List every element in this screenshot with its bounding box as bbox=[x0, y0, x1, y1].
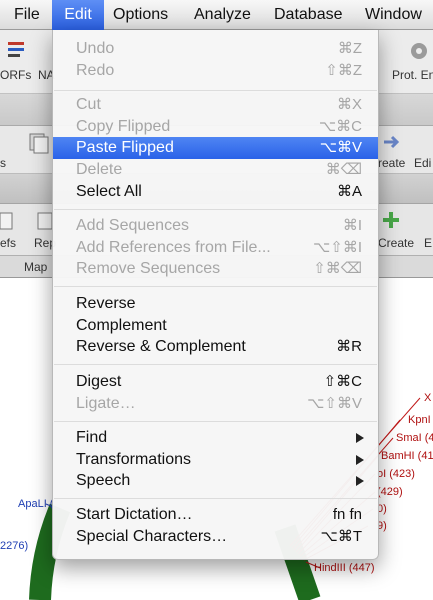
menu-item-complement[interactable]: Complement bbox=[53, 315, 378, 337]
enzyme-label[interactable]: SmaI (4 bbox=[396, 432, 433, 444]
tab-map[interactable]: Map bbox=[24, 260, 47, 274]
plus-icon[interactable] bbox=[381, 210, 401, 230]
menu-edit[interactable]: Edit bbox=[52, 0, 104, 30]
menu-file[interactable]: File bbox=[14, 0, 40, 30]
efs-label: efs bbox=[0, 236, 17, 250]
menu-separator bbox=[54, 286, 377, 287]
menu-item-paste-flipped[interactable]: Paste Flipped ⌥⌘V bbox=[53, 137, 378, 159]
menu-item-delete[interactable]: Delete ⌘⌫ bbox=[53, 159, 378, 181]
enzyme-label-apali[interactable]: ApaLI ( bbox=[18, 498, 53, 510]
menu-item-reverse[interactable]: Reverse bbox=[53, 293, 378, 315]
menu-item-special-characters[interactable]: Special Characters… ⌥⌘T bbox=[53, 526, 378, 548]
s-label: s bbox=[0, 156, 6, 170]
enzyme-label[interactable]: oI (423) bbox=[377, 468, 415, 480]
submenu-arrow-icon bbox=[356, 433, 364, 443]
orfs-label: ORFs bbox=[0, 68, 32, 82]
reate-label: reate bbox=[378, 156, 406, 170]
create-label: Create bbox=[378, 236, 415, 250]
menu-item-remove-sequences[interactable]: Remove Sequences ⇧⌘⌫ bbox=[53, 258, 378, 280]
references-icon[interactable] bbox=[0, 210, 16, 232]
edit-menu-dropdown: Undo ⌘Z Redo ⇧⌘Z Cut ⌘X Copy Flipped ⌥⌘C Pas… bbox=[52, 30, 379, 560]
menu-database[interactable]: Database bbox=[274, 0, 343, 30]
menu-bar: File Edit Options Analyze Database Windo… bbox=[0, 0, 433, 30]
menu-item-redo[interactable]: Redo ⇧⌘Z bbox=[53, 60, 378, 82]
arrow-right-icon[interactable] bbox=[382, 132, 402, 152]
prot-label: Prot. En bbox=[392, 68, 433, 82]
orfs-icon[interactable] bbox=[6, 38, 28, 60]
menu-separator bbox=[54, 364, 377, 365]
menu-item-digest[interactable]: Digest ⇧⌘C bbox=[53, 371, 378, 393]
edi-label: Edi bbox=[414, 156, 432, 170]
menu-window[interactable]: Window bbox=[365, 0, 422, 30]
menu-separator bbox=[54, 421, 377, 422]
menu-item-copy-flipped[interactable]: Copy Flipped ⌥⌘C bbox=[53, 116, 378, 138]
menu-item-find[interactable]: Find bbox=[53, 427, 378, 449]
menu-item-ligate[interactable]: Ligate… ⌥⇧⌘V bbox=[53, 393, 378, 415]
submenu-arrow-icon bbox=[356, 455, 364, 465]
menu-analyze[interactable]: Analyze bbox=[194, 0, 251, 30]
menu-item-select-all[interactable]: Select All ⌘A bbox=[53, 181, 378, 203]
menu-options[interactable]: Options bbox=[113, 0, 168, 30]
gear-icon[interactable] bbox=[408, 40, 430, 62]
menu-item-add-references-from-file[interactable]: Add References from File... ⌥⇧⌘I bbox=[53, 237, 378, 259]
menu-item-reverse-complement[interactable]: Reverse & Complement ⌘R bbox=[53, 336, 378, 358]
menu-separator bbox=[54, 209, 377, 210]
enzyme-label[interactable]: BamHI (41 bbox=[381, 450, 433, 462]
e-label: E bbox=[424, 236, 433, 250]
menu-item-cut[interactable]: Cut ⌘X bbox=[53, 94, 378, 116]
enzyme-label[interactable]: X bbox=[424, 392, 431, 404]
menu-item-speech[interactable]: Speech bbox=[53, 470, 378, 492]
menu-item-transformations[interactable]: Transformations bbox=[53, 449, 378, 471]
enzyme-label[interactable]: KpnI bbox=[408, 414, 431, 426]
menu-item-start-dictation[interactable]: Start Dictation… fn fn bbox=[53, 504, 378, 526]
enzyme-label-position: 2276) bbox=[0, 540, 29, 552]
enzyme-label-hindiii[interactable]: HindIII (447) bbox=[314, 562, 375, 574]
menu-item-undo[interactable]: Undo ⌘Z bbox=[53, 38, 378, 60]
menu-item-add-sequences[interactable]: Add Sequences ⌘I bbox=[53, 215, 378, 237]
copies-icon[interactable] bbox=[28, 132, 52, 154]
enzyme-label[interactable]: (429) bbox=[377, 486, 403, 498]
menu-separator bbox=[54, 90, 377, 91]
submenu-arrow-icon bbox=[356, 476, 364, 486]
menu-separator bbox=[54, 498, 377, 499]
